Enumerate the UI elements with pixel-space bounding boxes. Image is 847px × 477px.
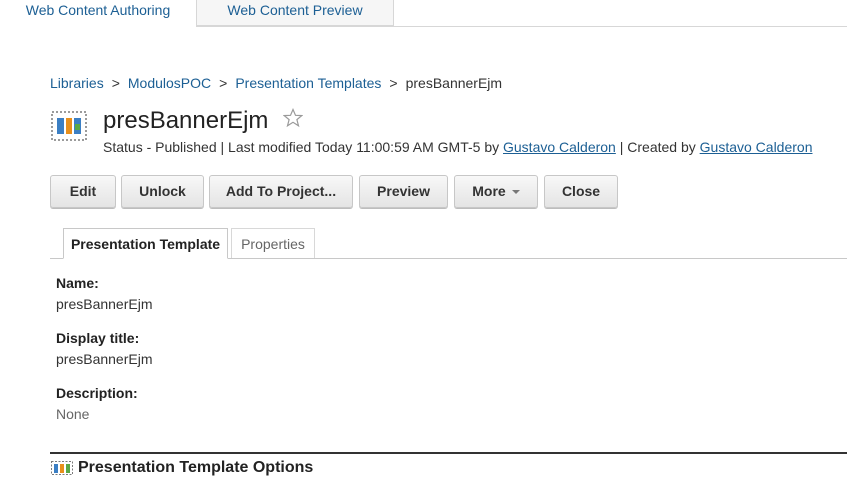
breadcrumb-modulospoc[interactable]: ModulosPOC [128,75,211,91]
presentation-template-icon [51,111,87,141]
page-title: presBannerEjm [103,107,269,134]
presentation-template-options-icon [51,461,73,475]
star-outline-icon[interactable] [283,108,303,128]
breadcrumb-libraries[interactable]: Libraries [50,75,104,91]
created-by-link[interactable]: Gustavo Calderon [700,139,813,155]
breadcrumb-presentation-templates[interactable]: Presentation Templates [235,75,381,91]
description-label: Description: [56,385,138,401]
top-tab-divider [196,26,847,27]
display-title-value: presBannerEjm [56,351,153,367]
more-label: More [472,183,506,199]
more-button[interactable]: More [454,175,538,208]
status-line: Status - Published | Last modified Today… [103,139,812,155]
description-value: None [56,406,90,422]
breadcrumb-separator: > [219,75,228,91]
unlock-button[interactable]: Unlock [121,175,204,208]
close-button[interactable]: Close [544,175,618,208]
display-title-label: Display title: [56,330,140,346]
name-value: presBannerEjm [56,296,153,312]
tab-web-content-preview[interactable]: Web Content Preview [196,0,394,26]
section-divider [50,452,847,454]
breadcrumb-current: presBannerEjm [405,75,503,91]
status-text: Status - Published | Last modified Today… [103,139,503,155]
breadcrumb: Libraries > ModulosPOC > Presentation Templa… [50,75,502,91]
tab-web-content-authoring[interactable]: Web Content Authoring [0,0,196,26]
add-to-project-button[interactable]: Add To Project... [209,175,353,208]
top-tab-bar: Web Content Authoring Web Content Previe… [0,0,847,27]
edit-button[interactable]: Edit [50,175,116,208]
modified-by-link[interactable]: Gustavo Calderon [503,139,616,155]
breadcrumb-separator: > [389,75,398,91]
tab-presentation-template[interactable]: Presentation Template [63,228,228,259]
preview-button[interactable]: Preview [359,175,448,208]
name-label: Name: [56,275,99,291]
breadcrumb-separator: > [111,75,120,91]
tab-properties[interactable]: Properties [231,228,315,258]
caret-down-icon [511,190,520,195]
section-title[interactable]: Presentation Template Options [78,459,313,477]
created-text: | Created by [615,139,700,155]
